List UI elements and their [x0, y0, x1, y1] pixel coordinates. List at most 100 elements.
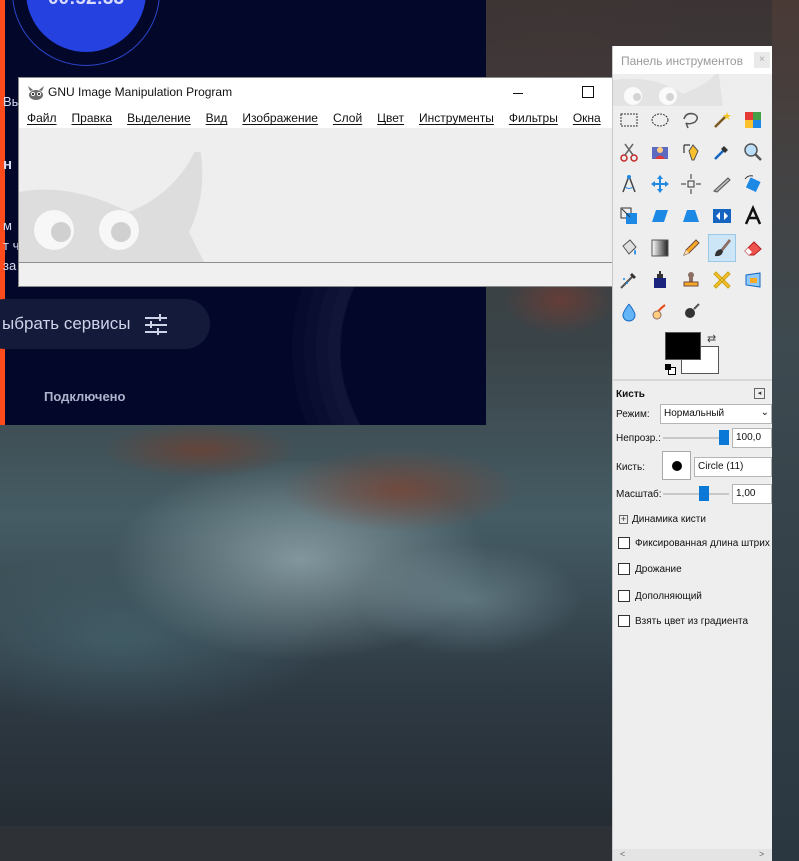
paths-tool[interactable]	[677, 138, 705, 166]
wilber-drop-zone[interactable]	[613, 74, 772, 106]
foreground-select-tool[interactable]	[646, 138, 674, 166]
rect-select-tool[interactable]	[615, 106, 643, 134]
scale-slider-thumb[interactable]	[699, 486, 709, 501]
mode-label: Режим:	[616, 409, 650, 420]
menu-windows[interactable]: Окна	[565, 108, 608, 128]
brush-dynamics-label[interactable]: Динамика кисти	[632, 514, 706, 525]
incremental-label: Дополняющий	[635, 591, 702, 602]
wilber-mascot-icon	[19, 152, 204, 262]
sliders-icon	[144, 314, 167, 335]
measure-tool[interactable]	[615, 170, 643, 198]
align-tool[interactable]	[677, 170, 705, 198]
pencil-icon	[683, 239, 700, 256]
scissors-select-tool[interactable]	[615, 138, 643, 166]
foreground-color-swatch[interactable]	[665, 332, 701, 360]
dodge-burn-tool[interactable]	[677, 298, 705, 326]
text-a-icon	[744, 205, 762, 225]
incremental-checkbox[interactable]	[618, 590, 630, 602]
panel-menu-icon[interactable]: ◂	[754, 388, 765, 399]
perspective-stamp-icon	[745, 272, 761, 288]
scroll-left-icon[interactable]: <	[620, 849, 625, 859]
tool-options-title: Кисть	[616, 389, 645, 400]
jitter-label: Дрожание	[635, 564, 682, 575]
ink-bottle-icon	[654, 271, 666, 288]
color-picker-tool[interactable]	[708, 138, 736, 166]
horizontal-scrollbar[interactable]: < >	[613, 849, 772, 861]
compass-icon	[622, 175, 636, 193]
toolbox-title: Панель инструментов	[613, 46, 772, 74]
flip-icon	[713, 209, 731, 223]
menu-layer[interactable]: Слой	[325, 108, 369, 128]
opacity-slider-thumb[interactable]	[719, 430, 729, 445]
reset-colors-icon[interactable]	[665, 364, 676, 375]
heal-icon	[713, 271, 731, 289]
flip-tool[interactable]	[708, 202, 736, 230]
window-titlebar[interactable]: GNU Image Manipulation Program	[19, 78, 617, 108]
smudge-tool[interactable]	[646, 298, 674, 326]
airbrush-tool[interactable]	[615, 266, 643, 294]
swap-colors-icon[interactable]: ⇄	[707, 332, 716, 345]
perspective-clone-tool[interactable]	[739, 266, 767, 294]
menu-edit[interactable]: Правка	[64, 108, 120, 128]
menu-select[interactable]: Выделение	[119, 108, 198, 128]
expand-icon[interactable]: +	[619, 515, 628, 524]
stamp-icon	[683, 272, 699, 287]
gradient-tool[interactable]	[646, 234, 674, 262]
choose-services-button[interactable]: ыбрать сервисы	[0, 299, 210, 349]
magic-wand-icon	[714, 112, 731, 128]
zoom-tool[interactable]	[739, 138, 767, 166]
rotate-icon	[744, 175, 761, 192]
ellipse-select-icon	[651, 113, 669, 127]
rect-select-icon	[620, 113, 638, 127]
brush-selector[interactable]: Circle (11)	[694, 457, 772, 477]
eyedropper-icon	[714, 146, 728, 160]
menu-colors[interactable]: Цвет	[369, 108, 411, 128]
scroll-right-icon[interactable]: >	[759, 849, 764, 859]
menu-image[interactable]: Изображение	[234, 108, 325, 128]
crop-tool[interactable]	[708, 170, 736, 198]
brush-preview[interactable]	[662, 451, 691, 480]
smudge-finger-icon	[652, 304, 666, 320]
panel-divider	[613, 379, 772, 381]
fixed-length-checkbox[interactable]	[618, 537, 630, 549]
scale-spinbox[interactable]: 1,00	[732, 484, 772, 504]
bucket-fill-tool[interactable]	[615, 234, 643, 262]
text-tool[interactable]	[739, 202, 767, 230]
move-tool[interactable]	[646, 170, 674, 198]
scale-tool[interactable]	[615, 202, 643, 230]
menu-file[interactable]: Файл	[19, 108, 64, 128]
bucket-icon	[622, 239, 637, 255]
scale-slider[interactable]	[663, 493, 729, 495]
menu-tools[interactable]: Инструменты	[411, 108, 501, 128]
free-select-tool[interactable]	[677, 106, 705, 134]
shear-tool[interactable]	[646, 202, 674, 230]
ellipse-select-tool[interactable]	[646, 106, 674, 134]
heal-tool[interactable]	[708, 266, 736, 294]
blur-tool[interactable]	[615, 298, 643, 326]
close-icon[interactable]: ×	[754, 52, 770, 68]
jitter-checkbox[interactable]	[618, 563, 630, 575]
minimize-button[interactable]	[495, 78, 541, 108]
maximize-button[interactable]	[565, 78, 611, 108]
paintbrush-tool[interactable]	[708, 234, 736, 262]
paintbrush-icon	[715, 239, 731, 257]
rotate-tool[interactable]	[739, 170, 767, 198]
menu-filters[interactable]: Фильтры	[501, 108, 565, 128]
image-canvas[interactable]	[19, 128, 617, 262]
choose-services-label: ыбрать сервисы	[2, 314, 131, 333]
fuzzy-select-tool[interactable]	[708, 106, 736, 134]
text-fragment: за	[3, 258, 17, 273]
mode-dropdown[interactable]: Нормальный ⌄	[660, 404, 772, 424]
clone-tool[interactable]	[677, 266, 705, 294]
pencil-tool[interactable]	[677, 234, 705, 262]
paths-pen-icon	[683, 144, 699, 161]
perspective-tool[interactable]	[677, 202, 705, 230]
gradient-color-checkbox[interactable]	[618, 615, 630, 627]
color-select-tool[interactable]	[739, 106, 767, 134]
accent-bar	[0, 0, 5, 425]
eraser-tool[interactable]	[739, 234, 767, 262]
ink-tool[interactable]	[646, 266, 674, 294]
connection-status: Подключено	[44, 389, 126, 404]
opacity-spinbox[interactable]: 100,0	[732, 428, 772, 448]
menu-view[interactable]: Вид	[198, 108, 235, 128]
